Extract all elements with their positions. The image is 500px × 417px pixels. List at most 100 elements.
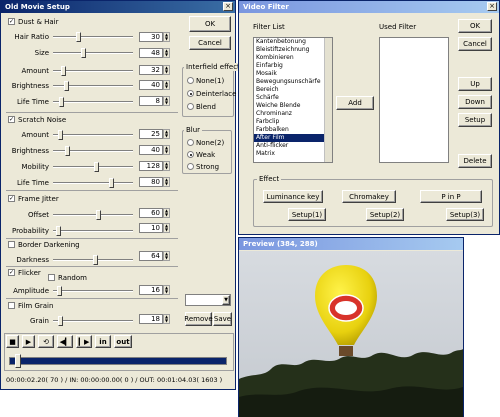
darkness-value[interactable]: 64 [139, 251, 163, 261]
sn-amount-thumb[interactable] [58, 130, 63, 140]
close-icon[interactable]: × [487, 2, 497, 11]
in-button[interactable]: in [95, 335, 111, 348]
offset-slider[interactable] [53, 214, 133, 216]
out-button[interactable]: out [114, 335, 132, 348]
remove-button[interactable]: Remove [184, 312, 213, 326]
amplitude-slider[interactable] [53, 290, 133, 292]
setup-button[interactable]: Setup [458, 113, 492, 127]
brightness-thumb[interactable] [64, 81, 69, 91]
vf-cancel-button[interactable]: Cancel [458, 37, 492, 51]
offset-thumb[interactable] [96, 210, 101, 220]
blend-radio[interactable] [187, 103, 194, 110]
filter-list-item[interactable]: Schärfe [254, 94, 332, 102]
filter-list-item[interactable]: Bleistiftzeichnung [254, 46, 332, 54]
filter-list-item[interactable]: Kombinieren [254, 54, 332, 62]
mobility-spinner[interactable]: ▲ ▼ [163, 161, 170, 171]
filter-list-item[interactable]: Kantenbetonung [254, 38, 332, 46]
film-grain-checkbox[interactable] [8, 302, 15, 309]
delete-button[interactable]: Delete [458, 154, 492, 168]
filter-list-item[interactable]: Farbclip [254, 118, 332, 126]
chevron-down-icon[interactable]: ▼ [222, 295, 230, 305]
up-button[interactable]: Up [458, 77, 492, 91]
mobility-value[interactable]: 128 [139, 161, 163, 171]
add-button[interactable]: Add [336, 96, 374, 110]
deinterlace-radio[interactable] [187, 90, 194, 97]
probability-slider[interactable] [53, 230, 133, 232]
sn-amount-slider[interactable] [53, 134, 133, 136]
life-time-slider[interactable] [53, 101, 133, 103]
grain-slider[interactable] [53, 320, 133, 322]
ok-button[interactable]: OK [189, 16, 231, 32]
amplitude-thumb[interactable] [57, 286, 62, 296]
grain-value[interactable]: 18 [139, 314, 163, 324]
darkness-spinner[interactable]: ▲ ▼ [163, 251, 170, 261]
sn-brightness-spinner[interactable]: ▲ ▼ [163, 145, 170, 155]
sn-life-time-spinner[interactable]: ▲ ▼ [163, 177, 170, 187]
pinp-button[interactable]: P in P [420, 190, 482, 203]
filter-list[interactable]: Kantenbetonung Bleistiftzeichnung Kombinie… [253, 37, 333, 163]
offset-spinner[interactable]: ▲ ▼ [163, 208, 170, 218]
hair-ratio-slider[interactable] [53, 36, 133, 38]
frame-jitter-checkbox[interactable]: ✓ [8, 195, 15, 202]
save-button[interactable]: Save [213, 312, 232, 326]
close-icon[interactable]: × [223, 2, 233, 11]
step-forward-icon[interactable]: ▎▶ [76, 335, 92, 348]
offset-value[interactable]: 60 [139, 208, 163, 218]
sn-life-time-value[interactable]: 80 [139, 177, 163, 187]
life-time-value[interactable]: 8 [139, 96, 163, 106]
sn-brightness-value[interactable]: 40 [139, 145, 163, 155]
filter-list-item[interactable]: Mosaik [254, 70, 332, 78]
size-value[interactable]: 48 [139, 48, 163, 58]
size-slider[interactable] [53, 52, 133, 54]
play-icon[interactable]: ▶ [22, 335, 35, 348]
stop-icon[interactable]: ■ [6, 335, 19, 348]
filter-list-item[interactable]: Farbbalken [254, 126, 332, 134]
vf-ok-button[interactable]: OK [458, 19, 492, 33]
border-darkening-checkbox[interactable] [8, 241, 15, 248]
mobility-thumb[interactable] [94, 162, 99, 172]
probability-thumb[interactable] [56, 226, 61, 236]
probability-spinner[interactable]: ▲ ▼ [163, 223, 170, 233]
hair-ratio-spinner[interactable]: ▲ ▼ [163, 32, 170, 42]
hair-ratio-thumb[interactable] [76, 32, 81, 42]
grain-spinner[interactable]: ▲ ▼ [163, 314, 170, 324]
filter-list-item[interactable]: Anti-flicker [254, 142, 332, 150]
brightness-spinner[interactable]: ▲ ▼ [163, 80, 170, 90]
probability-value[interactable]: 10 [139, 223, 163, 233]
filter-list-item[interactable]: Weiche Blende [254, 102, 332, 110]
grain-thumb[interactable] [58, 316, 63, 326]
darkness-thumb[interactable] [93, 255, 98, 265]
sn-amount-spinner[interactable]: ▲ ▼ [163, 129, 170, 139]
sn-life-time-slider[interactable] [53, 182, 133, 184]
step-back-icon[interactable]: ◀▎ [57, 335, 73, 348]
scratch-noise-checkbox[interactable]: ✓ [8, 116, 15, 123]
filter-list-item[interactable]: After Film [254, 134, 332, 142]
none2-radio[interactable] [187, 139, 194, 146]
flicker-checkbox[interactable]: ✓ [8, 269, 15, 276]
amount-value[interactable]: 32 [139, 65, 163, 75]
amplitude-spinner[interactable]: ▲ ▼ [163, 285, 170, 295]
loop-icon[interactable]: ⟲ [38, 335, 54, 348]
position-thumb[interactable] [15, 354, 21, 368]
amount-thumb[interactable] [61, 66, 66, 76]
setup1-button[interactable]: Setup(1) [288, 208, 326, 221]
down-button[interactable]: Down [458, 95, 492, 109]
strong-radio[interactable] [187, 163, 194, 170]
size-spinner[interactable]: ▲ ▼ [163, 48, 170, 58]
amount-spinner[interactable]: ▲ ▼ [163, 65, 170, 75]
random-checkbox[interactable] [48, 274, 55, 281]
setup2-button[interactable]: Setup(2) [366, 208, 404, 221]
amplitude-value[interactable]: 16 [139, 285, 163, 295]
hair-ratio-value[interactable]: 30 [139, 32, 163, 42]
dust-hair-checkbox[interactable]: ✓ [8, 18, 15, 25]
filter-list-item[interactable]: Matrix [254, 150, 332, 158]
sn-amount-value[interactable]: 25 [139, 129, 163, 139]
chromakey-button[interactable]: Chromakey [342, 190, 396, 203]
setup3-button[interactable]: Setup(3) [446, 208, 484, 221]
brightness-value[interactable]: 40 [139, 80, 163, 90]
sn-life-time-thumb[interactable] [109, 178, 114, 188]
used-filter-list[interactable] [379, 37, 449, 163]
size-thumb[interactable] [81, 48, 86, 58]
life-time-spinner[interactable]: ▲ ▼ [163, 96, 170, 106]
filter-list-scrollbar[interactable] [324, 38, 332, 162]
